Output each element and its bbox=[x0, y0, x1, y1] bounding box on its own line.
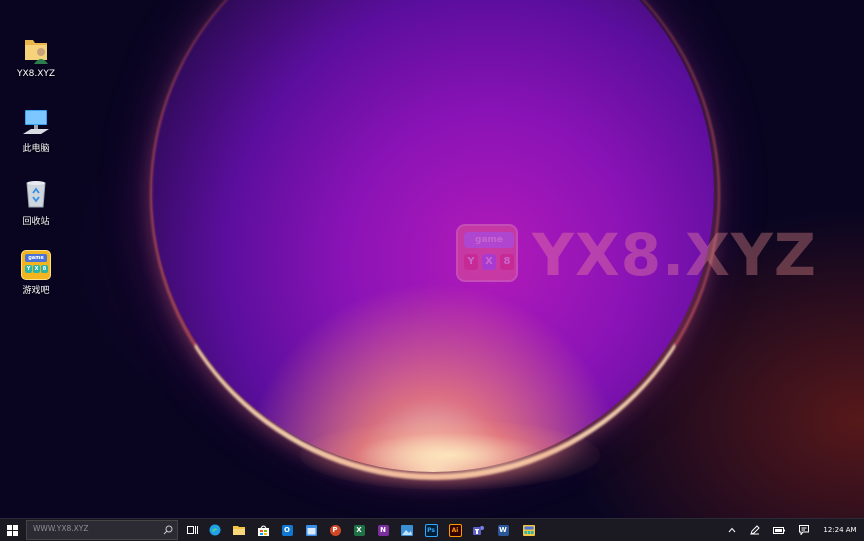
desktop-icon-label: YX8.XYZ bbox=[16, 69, 56, 79]
taskbar-outlook[interactable]: O bbox=[276, 519, 298, 541]
illustrator-icon: Ai bbox=[448, 523, 462, 537]
computer-icon bbox=[19, 104, 53, 138]
store-icon bbox=[257, 525, 269, 536]
task-view-icon bbox=[186, 526, 198, 534]
taskbar-illustrator[interactable]: Ai bbox=[444, 519, 466, 541]
outlook-icon: O bbox=[281, 524, 293, 536]
taskbar-photoshop[interactable]: Ps bbox=[420, 519, 442, 541]
tray-pen-button[interactable] bbox=[746, 519, 764, 541]
teams-icon bbox=[473, 525, 484, 535]
desktop-icon-label: 此电脑 bbox=[22, 144, 50, 154]
search-input[interactable]: WWW.YX8.XYZ bbox=[33, 524, 89, 533]
photos-icon bbox=[401, 524, 413, 536]
tray-overflow-button[interactable] bbox=[724, 519, 740, 541]
taskbar-game-bar[interactable] bbox=[518, 519, 540, 541]
onenote-icon: N bbox=[377, 524, 389, 536]
taskbar-photos[interactable] bbox=[396, 519, 418, 541]
search-box[interactable]: WWW.YX8.XYZ bbox=[26, 520, 178, 540]
desktop: game Y X 8 YX8.XYZ YX8.XYZ 此电脑 回收站 game … bbox=[0, 0, 864, 518]
tray-notifications-button[interactable] bbox=[795, 519, 813, 541]
watermark-chip-x: X bbox=[482, 254, 496, 270]
taskbar-calendar[interactable] bbox=[300, 519, 322, 541]
clock[interactable]: 12:24 AM bbox=[820, 519, 860, 541]
watermark-text: YX8.XYZ bbox=[532, 221, 817, 289]
search-icon bbox=[163, 525, 173, 535]
desktop-icon-label: 回收站 bbox=[22, 217, 50, 227]
windows-logo-icon bbox=[6, 524, 18, 536]
word-icon: W bbox=[497, 524, 509, 536]
notification-icon bbox=[799, 525, 809, 535]
game-app-chip-x: X bbox=[33, 265, 40, 273]
game-app-icon: game Y X 8 bbox=[21, 250, 51, 280]
taskbar-edge[interactable] bbox=[204, 519, 226, 541]
photoshop-icon: Ps bbox=[424, 523, 438, 537]
desktop-icon-user-folder[interactable]: YX8.XYZ bbox=[6, 32, 66, 79]
desktop-icon-label: 游戏吧 bbox=[22, 286, 50, 296]
recycle-bin-icon bbox=[19, 177, 53, 211]
taskbar-store[interactable] bbox=[252, 519, 274, 541]
chevron-up-icon bbox=[728, 527, 736, 533]
taskbar: WWW.YX8.XYZ O P X N Ps Ai W 12:24 AM bbox=[0, 518, 864, 541]
taskbar-teams[interactable] bbox=[468, 519, 490, 541]
desktop-icon-this-pc[interactable]: 此电脑 bbox=[6, 104, 66, 154]
taskbar-task-view[interactable] bbox=[181, 519, 203, 541]
battery-icon bbox=[773, 526, 785, 534]
desktop-icon-game-app[interactable]: game Y X 8 游戏吧 bbox=[6, 250, 66, 296]
excel-icon: X bbox=[353, 524, 365, 536]
start-button[interactable] bbox=[0, 519, 24, 541]
taskbar-excel[interactable]: X bbox=[348, 519, 370, 541]
powerpoint-icon: P bbox=[329, 524, 341, 536]
watermark-chip-8: 8 bbox=[500, 254, 514, 270]
watermark-logo: game Y X 8 bbox=[456, 224, 518, 282]
game-app-chip-8: 8 bbox=[41, 265, 48, 273]
watermark-chip-y: Y bbox=[464, 254, 478, 270]
taskbar-onenote[interactable]: N bbox=[372, 519, 394, 541]
file-explorer-icon bbox=[233, 526, 245, 535]
edge-icon bbox=[209, 524, 221, 536]
game-bar-icon bbox=[523, 524, 535, 536]
watermark-logo-label: game bbox=[464, 232, 514, 248]
calendar-icon bbox=[305, 524, 317, 536]
desktop-icon-recycle-bin[interactable]: 回收站 bbox=[6, 177, 66, 227]
pen-icon bbox=[750, 525, 760, 535]
taskbar-file-explorer[interactable] bbox=[228, 519, 250, 541]
taskbar-powerpoint[interactable]: P bbox=[324, 519, 346, 541]
game-app-icon-label: game bbox=[25, 254, 47, 262]
wallpaper-glow bbox=[300, 420, 600, 490]
game-app-chip-y: Y bbox=[25, 265, 32, 273]
taskbar-word[interactable]: W bbox=[492, 519, 514, 541]
tray-battery-button[interactable] bbox=[770, 519, 788, 541]
user-folder-icon bbox=[19, 32, 53, 66]
